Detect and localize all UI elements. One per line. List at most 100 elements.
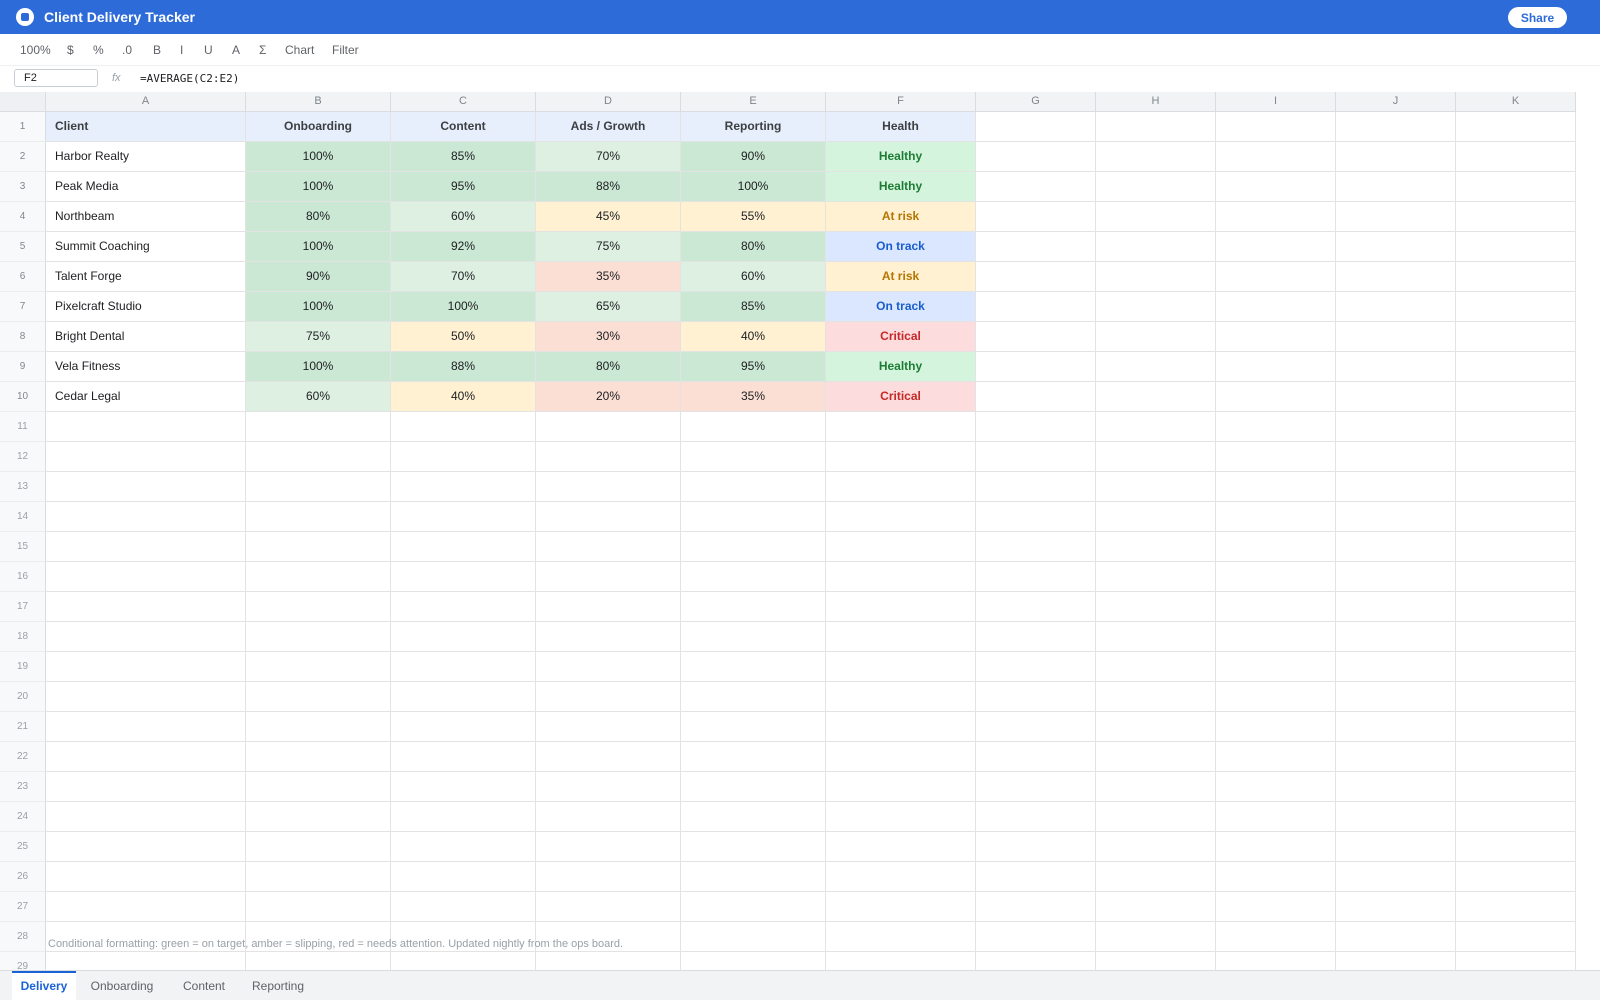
empty-cell[interactable] [1216,262,1336,292]
row-header-14[interactable]: 14 [0,502,46,532]
row-header-5[interactable]: 5 [0,232,46,262]
empty-cell[interactable] [1096,682,1216,712]
empty-cell[interactable] [536,952,681,970]
empty-cell[interactable] [46,862,246,892]
empty-cell[interactable] [1216,922,1336,952]
row-header-11[interactable]: 11 [0,412,46,442]
empty-cell[interactable] [681,952,826,970]
client-name-cell[interactable]: Summit Coaching [46,232,246,262]
health-status-cell[interactable]: Critical [826,322,976,352]
sum-function-button[interactable]: Σ [259,43,266,57]
percent-format-button[interactable]: % [93,43,104,57]
empty-cell[interactable] [976,352,1096,382]
empty-cell[interactable] [1456,202,1576,232]
empty-cell[interactable] [1096,382,1216,412]
row-header-23[interactable]: 23 [0,772,46,802]
empty-cell[interactable] [536,712,681,742]
empty-cell[interactable] [46,442,246,472]
health-status-cell[interactable]: Healthy [826,172,976,202]
empty-cell[interactable] [1456,922,1576,952]
client-name-cell[interactable]: Bright Dental [46,322,246,352]
empty-cell[interactable] [46,892,246,922]
empty-cell[interactable] [976,772,1096,802]
empty-cell[interactable] [681,772,826,802]
progress-cell[interactable]: 70% [391,262,536,292]
empty-cell[interactable] [391,562,536,592]
empty-cell[interactable] [1216,472,1336,502]
empty-cell[interactable] [976,652,1096,682]
empty-cell[interactable] [1216,322,1336,352]
row-header-13[interactable]: 13 [0,472,46,502]
column-header-f[interactable]: F [826,92,976,112]
empty-cell[interactable] [246,742,391,772]
cell-reference-box[interactable]: F2 [14,69,98,87]
empty-cell[interactable] [976,202,1096,232]
row-header-29[interactable]: 29 [0,952,46,970]
empty-cell[interactable] [1096,592,1216,622]
empty-cell[interactable] [1336,112,1456,142]
empty-cell[interactable] [391,652,536,682]
header-cell-b[interactable]: Onboarding [246,112,391,142]
empty-cell[interactable] [1336,592,1456,622]
progress-cell[interactable]: 100% [246,352,391,382]
empty-cell[interactable] [826,922,976,952]
empty-cell[interactable] [1096,922,1216,952]
empty-cell[interactable] [246,802,391,832]
empty-cell[interactable] [1336,862,1456,892]
empty-cell[interactable] [246,832,391,862]
row-header-19[interactable]: 19 [0,652,46,682]
empty-cell[interactable] [1336,922,1456,952]
empty-cell[interactable] [1456,502,1576,532]
progress-cell[interactable]: 35% [681,382,826,412]
empty-cell[interactable] [536,832,681,862]
empty-cell[interactable] [1096,952,1216,970]
empty-cell[interactable] [46,682,246,712]
progress-cell[interactable]: 100% [681,172,826,202]
empty-cell[interactable] [976,112,1096,142]
empty-cell[interactable] [1216,682,1336,712]
empty-cell[interactable] [1216,442,1336,472]
empty-cell[interactable] [826,412,976,442]
empty-cell[interactable] [1096,802,1216,832]
empty-cell[interactable] [536,562,681,592]
empty-cell[interactable] [1216,412,1336,442]
empty-cell[interactable] [46,772,246,802]
empty-cell[interactable] [1336,262,1456,292]
empty-cell[interactable] [1096,202,1216,232]
empty-cell[interactable] [1096,502,1216,532]
empty-cell[interactable] [246,772,391,802]
column-header-a[interactable]: A [46,92,246,112]
progress-cell[interactable]: 50% [391,322,536,352]
empty-cell[interactable] [1096,532,1216,562]
empty-cell[interactable] [1456,802,1576,832]
column-header-k[interactable]: K [1456,92,1576,112]
empty-cell[interactable] [976,232,1096,262]
chart-button[interactable]: Chart [285,43,314,57]
progress-cell[interactable]: 90% [681,142,826,172]
empty-cell[interactable] [976,922,1096,952]
progress-cell[interactable]: 85% [391,142,536,172]
empty-cell[interactable] [681,682,826,712]
empty-cell[interactable] [826,532,976,562]
empty-cell[interactable] [976,562,1096,592]
empty-cell[interactable] [976,862,1096,892]
empty-cell[interactable] [681,892,826,922]
empty-cell[interactable] [536,802,681,832]
empty-cell[interactable] [46,562,246,592]
empty-cell[interactable] [1216,202,1336,232]
row-header-22[interactable]: 22 [0,742,46,772]
empty-cell[interactable] [246,712,391,742]
empty-cell[interactable] [976,592,1096,622]
empty-cell[interactable] [681,442,826,472]
empty-cell[interactable] [1456,322,1576,352]
empty-cell[interactable] [1336,832,1456,862]
row-header-17[interactable]: 17 [0,592,46,622]
empty-cell[interactable] [391,712,536,742]
empty-cell[interactable] [826,952,976,970]
empty-cell[interactable] [1216,772,1336,802]
sheet-tab-delivery[interactable]: Delivery [12,971,76,1001]
empty-cell[interactable] [681,742,826,772]
empty-cell[interactable] [976,712,1096,742]
empty-cell[interactable] [681,562,826,592]
text-color-button[interactable]: A [232,43,240,57]
